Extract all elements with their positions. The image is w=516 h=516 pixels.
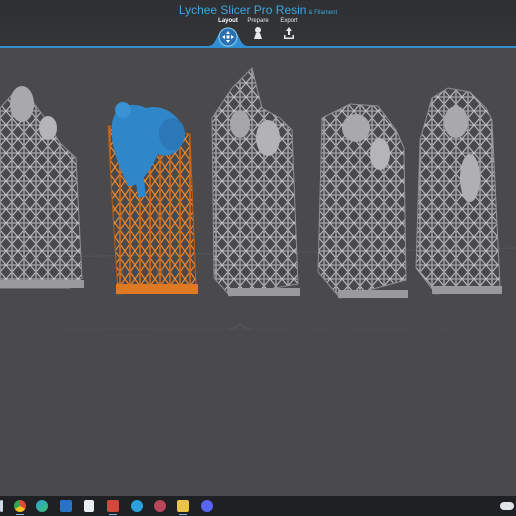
windows-icon[interactable] [0,500,3,512]
supports-icon [254,27,262,39]
app-red-icon[interactable] [107,500,119,512]
app-title-sub: & Filament [308,10,338,16]
export-tray-icon [284,27,294,39]
chrome-icon[interactable] [14,500,26,512]
active-app-indicator [109,514,117,515]
folder-icon[interactable] [177,500,189,512]
move-arrows-icon [222,31,234,43]
3d-viewport[interactable] [0,48,516,496]
active-app-indicator [16,514,24,515]
mail-icon[interactable] [60,500,72,512]
model-5[interactable] [415,87,502,295]
model-4[interactable] [317,103,408,299]
model-2-selected[interactable] [107,102,198,295]
discord-icon[interactable] [201,500,213,512]
file-icon[interactable] [84,500,94,512]
lychee-icon[interactable] [154,500,166,512]
os-taskbar [0,496,516,516]
cloud-tray-icon[interactable] [500,502,514,510]
telegram-icon[interactable] [131,500,143,512]
app-title-main: Lychee Slicer Pro Resin [178,3,307,17]
tab-export[interactable]: Export [271,17,307,40]
tab-export-label: Export [280,18,298,24]
edge-icon[interactable] [36,500,48,512]
active-app-indicator [179,514,187,515]
